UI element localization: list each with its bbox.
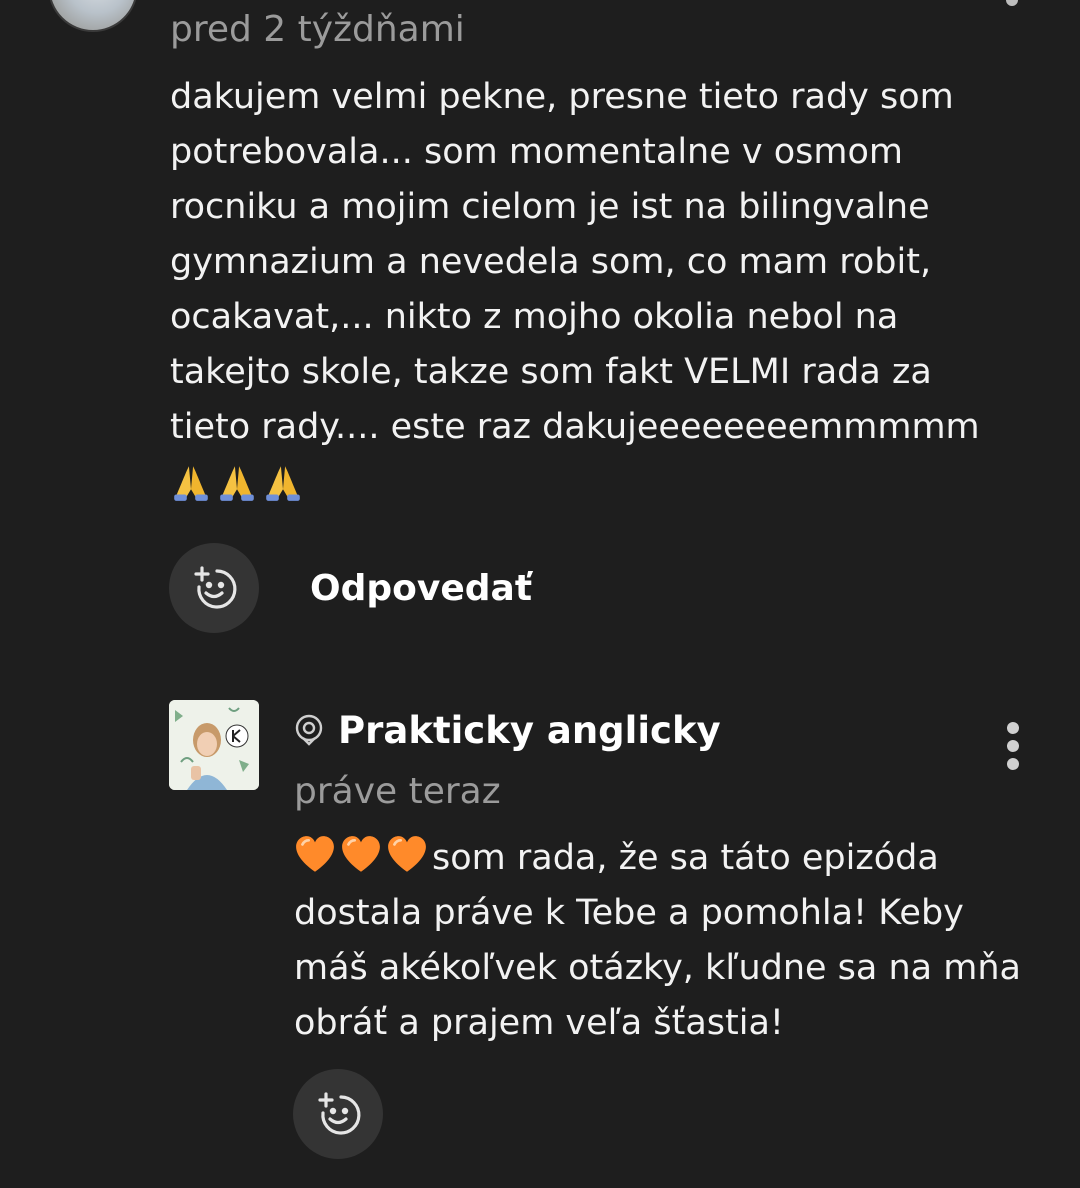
user-avatar[interactable] [48, 0, 138, 32]
author-name[interactable]: Prakticky anglicky [338, 709, 721, 752]
podcast-cover-avatar[interactable] [169, 700, 259, 790]
add-reaction-button[interactable] [293, 1069, 383, 1159]
comment-line: takejto skole, takze som fakt VELMI rada… [170, 352, 932, 392]
comment-line: dakujem velmi pekne, presne tieto rady s… [170, 77, 954, 117]
author-header: Prakticky anglicky [292, 704, 721, 756]
more-vertical-icon[interactable] [998, 718, 1028, 774]
comment-body: som rada, že sa táto epizóda dostala prá… [294, 831, 1021, 1051]
folded-hands-emoji [266, 465, 300, 501]
comment-line: dostala práve k Tebe a pomohla! Keby [294, 893, 964, 933]
folded-hands-emoji [220, 465, 254, 501]
comment-line-first: som rada, že sa táto epizóda [294, 831, 1021, 886]
folded-hands-emoji [174, 465, 208, 501]
add-reaction-icon [318, 1092, 361, 1135]
comment-timestamp: pred 2 týždňami [170, 9, 465, 50]
emoji-row [170, 455, 980, 510]
comment-line: som rada, že sa táto epizóda [432, 838, 939, 878]
orange-heart-emoji [296, 836, 334, 872]
comment-line: ocakavat,... nikto z mojho okolia nebol … [170, 297, 899, 337]
reply-button[interactable]: Odpovedať [310, 565, 532, 613]
comment-line: gymnazium a nevedela som, co mam robit, [170, 242, 932, 282]
orange-heart-emoji [388, 836, 426, 872]
podcast-cover-image [169, 700, 259, 790]
comment-line: obráť a prajem veľa šťastia! [294, 1003, 784, 1043]
comment-timestamp: práve teraz [294, 771, 501, 812]
comment-line: máš akékoľvek otázky, kľudne sa na mňa [294, 948, 1021, 988]
add-reaction-button[interactable] [169, 543, 259, 633]
comment-line: rocniku a mojim cielom je ist na bilingv… [170, 187, 930, 227]
comment-line: tieto rady.... este raz dakujeeeeeeeemmm… [170, 407, 980, 447]
add-reaction-icon [194, 566, 237, 609]
comment-body: dakujem velmi pekne, presne tieto rady s… [170, 70, 980, 510]
more-vertical-icon[interactable] [1006, 0, 1018, 6]
creator-badge-icon [295, 714, 323, 746]
comment-line: potrebovala... som momentalne v osmom [170, 132, 903, 172]
orange-heart-emoji [342, 836, 380, 872]
